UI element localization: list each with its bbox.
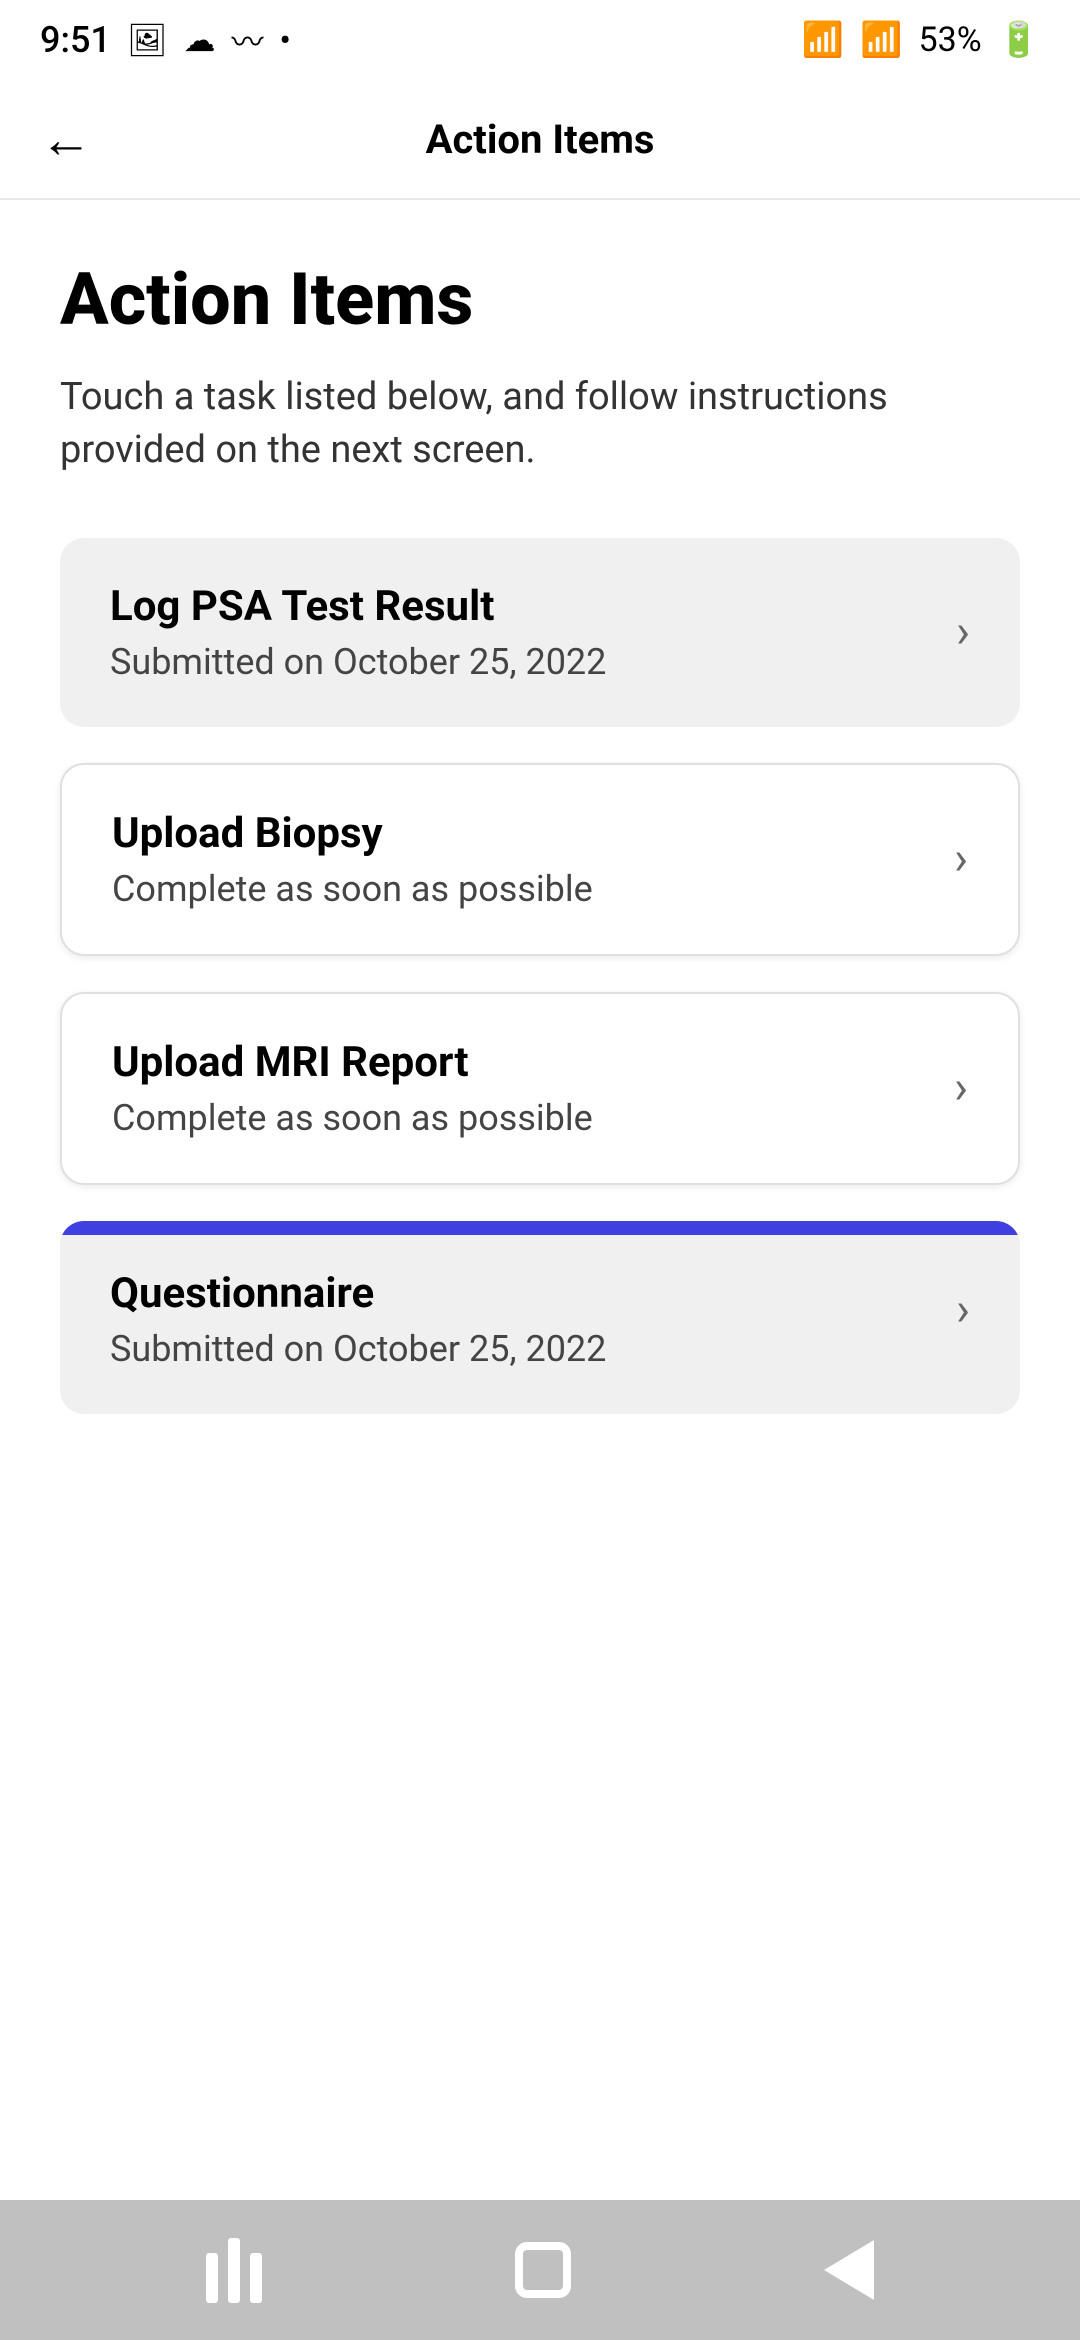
task-subtitle-questionnaire: Submitted on October 25, 2022 [110, 1328, 936, 1370]
page-subtitle: Touch a task listed below, and follow in… [60, 371, 1020, 477]
content-area: Action Items Touch a task listed below, … [0, 200, 1080, 2200]
task-content-questionnaire: Questionnaire Submitted on October 25, 2… [110, 1251, 936, 1370]
back-arrow-icon: ← [40, 109, 92, 170]
task-item-log-psa[interactable]: Log PSA Test Result Submitted on October… [60, 538, 1020, 727]
app-bar: ← Action Items [0, 80, 1080, 200]
time-display: 9:51 [40, 19, 111, 61]
status-indicators: 📶 📶 53% 🔋 [802, 20, 1040, 60]
task-item-upload-biopsy[interactable]: Upload Biopsy Complete as soon as possib… [60, 763, 1020, 956]
back-button[interactable]: ← [40, 109, 92, 170]
recents-button[interactable] [206, 2238, 262, 2303]
photo-icon: 🖼 [127, 21, 168, 59]
back-nav-button[interactable] [824, 2240, 874, 2300]
recents-icon [206, 2238, 262, 2303]
status-bar: 9:51 🖼 ☁ 〰 • 📶 📶 53% 🔋 [0, 0, 1080, 80]
back-nav-icon [824, 2240, 874, 2300]
battery-icon: 🔋 [998, 20, 1040, 60]
task-title-upload-biopsy: Upload Biopsy [112, 809, 934, 858]
battery-percent: 53% [919, 20, 982, 60]
chevron-right-icon-upload-biopsy: › [954, 832, 968, 886]
progress-bar-questionnaire [60, 1221, 1020, 1235]
task-title-questionnaire: Questionnaire [110, 1269, 936, 1318]
wave-icon: 〰 [232, 17, 264, 63]
signal-icon: 📶 [860, 20, 902, 60]
cloud-icon: ☁ [184, 21, 216, 59]
task-list: Log PSA Test Result Submitted on October… [60, 538, 1020, 1414]
status-time: 9:51 🖼 ☁ 〰 • [40, 17, 291, 63]
recents-bar-2 [228, 2238, 240, 2303]
task-title-upload-mri: Upload MRI Report [112, 1038, 934, 1087]
recents-bar-3 [250, 2253, 262, 2303]
task-item-upload-mri[interactable]: Upload MRI Report Complete as soon as po… [60, 992, 1020, 1185]
wifi-icon: 📶 [802, 20, 844, 60]
dot-icon: • [280, 21, 291, 59]
task-content-log-psa: Log PSA Test Result Submitted on October… [110, 582, 936, 683]
task-subtitle-log-psa: Submitted on October 25, 2022 [110, 641, 936, 683]
home-button[interactable] [515, 2242, 571, 2298]
task-content-upload-mri: Upload MRI Report Complete as soon as po… [112, 1038, 934, 1139]
app-bar-title: Action Items [426, 116, 655, 163]
progress-fill-questionnaire [60, 1221, 1020, 1235]
chevron-right-icon-log-psa: › [956, 605, 970, 659]
chevron-right-icon-upload-mri: › [954, 1061, 968, 1115]
home-icon [515, 2242, 571, 2298]
task-item-questionnaire[interactable]: Questionnaire Submitted on October 25, 2… [60, 1221, 1020, 1414]
page-title: Action Items [60, 260, 1020, 339]
bottom-nav [0, 2200, 1080, 2340]
task-subtitle-upload-biopsy: Complete as soon as possible [112, 868, 934, 910]
task-subtitle-upload-mri: Complete as soon as possible [112, 1097, 934, 1139]
task-content-upload-biopsy: Upload Biopsy Complete as soon as possib… [112, 809, 934, 910]
recents-bar-1 [206, 2253, 218, 2303]
task-title-log-psa: Log PSA Test Result [110, 582, 936, 631]
chevron-right-icon-questionnaire: › [956, 1283, 970, 1337]
